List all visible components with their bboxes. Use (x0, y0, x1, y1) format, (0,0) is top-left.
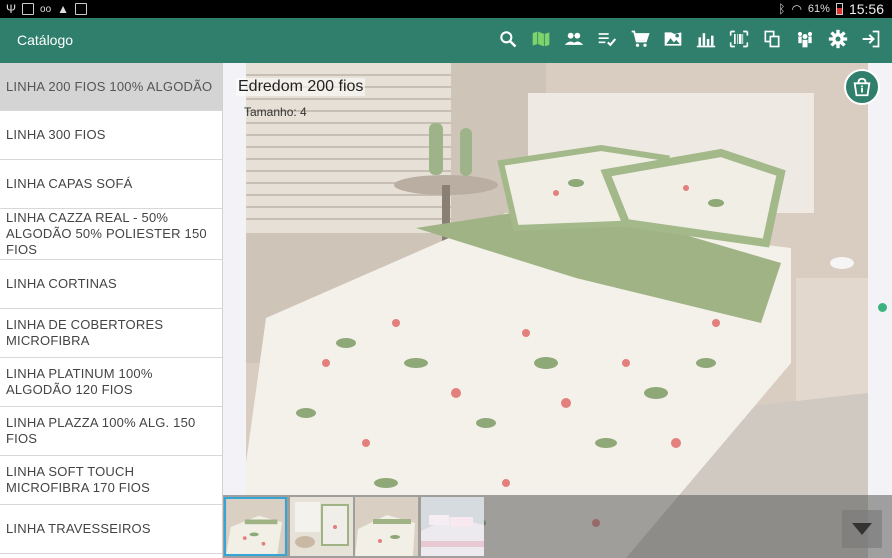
app-bar: Catálogo (0, 18, 892, 63)
thumbnail-4[interactable] (421, 497, 484, 556)
people-icon[interactable] (563, 28, 585, 50)
barcode-icon[interactable] (728, 28, 750, 50)
thumbnail-2[interactable] (290, 497, 353, 556)
category-item-linha-capas-sofa[interactable]: LINHA CAPAS SOFÁ (0, 160, 222, 209)
category-list: LINHA 200 FIOS 100% ALGODÃO LINHA 300 FI… (0, 63, 223, 558)
image-icon (22, 3, 35, 15)
page-indicator-dot (878, 303, 887, 312)
team-icon[interactable] (794, 28, 816, 50)
logout-icon[interactable] (860, 28, 882, 50)
image-location-icon[interactable] (662, 28, 684, 50)
category-item-linha-platinum[interactable]: LINHA PLATINUM 100% ALGODÃO 120 FIOS (0, 358, 222, 407)
category-item-linha-cazza-real[interactable]: LINHA CAZZA REAL - 50% ALGODÃO 50% POLIE… (0, 209, 222, 260)
battery-percent: 61% (807, 3, 830, 15)
shopping-bag-info-icon (853, 77, 871, 97)
warning-icon: ▲ (57, 2, 70, 16)
category-item-linha-200-fios[interactable]: LINHA 200 FIOS 100% ALGODÃO (0, 63, 222, 111)
triangle-down-icon (852, 523, 872, 535)
thumbnail-strip (223, 495, 892, 558)
product-photo[interactable] (246, 63, 868, 558)
bluetooth-icon: ᛒ (778, 2, 786, 16)
category-item-linha-plazza[interactable]: LINHA PLAZZA 100% ALG. 150 FIOS (0, 407, 222, 456)
category-item-linha-300-fios[interactable]: LINHA 300 FIOS (0, 111, 222, 160)
status-bar: Ψ oo ▲ ᛒ ◠ 61% 15:56 (0, 0, 892, 18)
product-viewer: Edredom 200 fios Tamanho: 4 (223, 63, 892, 558)
clock: 15:56 (848, 1, 884, 17)
usb-icon: Ψ (6, 2, 17, 16)
app-title: Catálogo (17, 32, 74, 48)
wifi-icon: ◠ (791, 2, 802, 16)
product-title: Edredom 200 fios (236, 78, 366, 96)
thumbnail-3[interactable] (355, 497, 418, 556)
battery-icon (835, 3, 843, 15)
map-icon[interactable] (530, 28, 552, 50)
category-item-linha-cortinas[interactable]: LINHA CORTINAS (0, 260, 222, 309)
bar-chart-icon[interactable] (695, 28, 717, 50)
voicemail-icon: oo (40, 3, 52, 15)
bag-icon (75, 3, 88, 15)
expand-down-button[interactable] (842, 510, 882, 548)
category-item-linha-travesseiros[interactable]: LINHA TRAVESSEIROS (0, 505, 222, 554)
search-icon[interactable] (497, 28, 519, 50)
product-info-button[interactable] (844, 69, 880, 105)
thumbnail-1[interactable] (224, 497, 287, 556)
category-item-linha-cobertores[interactable]: LINHA DE COBERTORES MICROFIBRA (0, 309, 222, 358)
settings-icon[interactable] (827, 28, 849, 50)
copy-icon[interactable] (761, 28, 783, 50)
cart-icon[interactable] (629, 28, 651, 50)
category-item-linha-soft-touch[interactable]: LINHA SOFT TOUCH MICROFIBRA 170 FIOS (0, 456, 222, 505)
checklist-icon[interactable] (596, 28, 618, 50)
product-size: Tamanho: 4 (244, 105, 307, 119)
